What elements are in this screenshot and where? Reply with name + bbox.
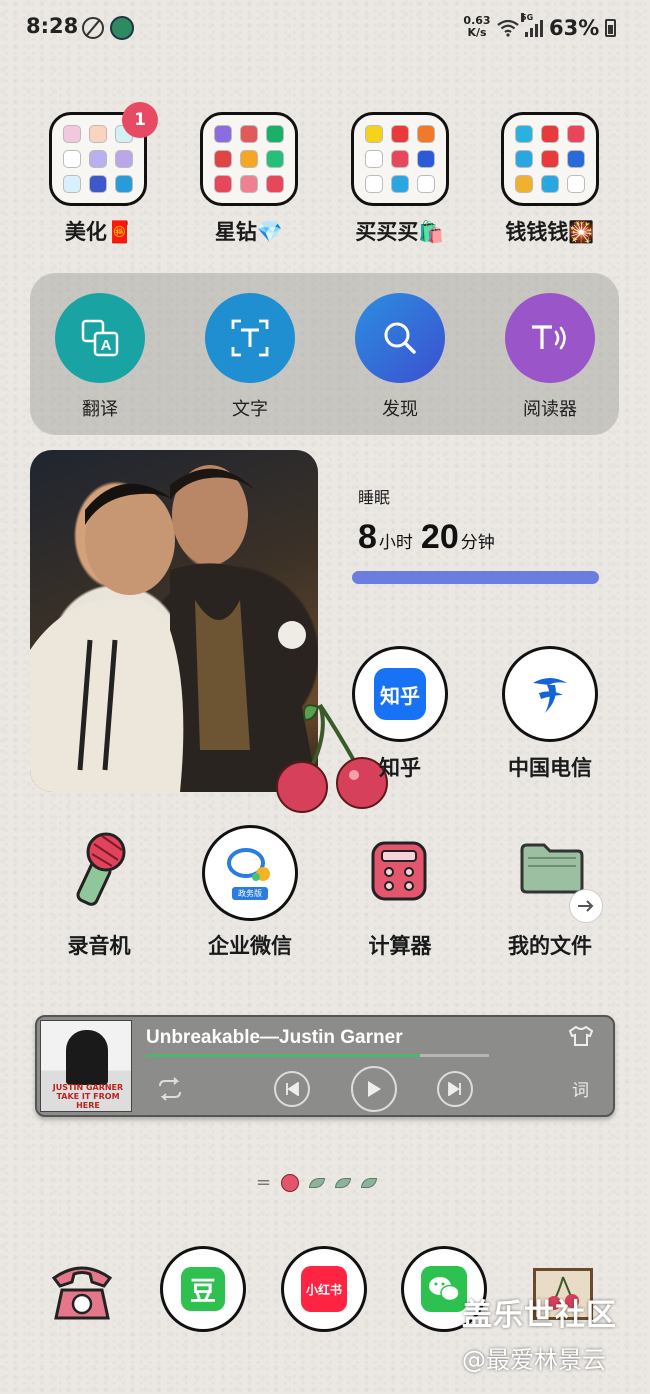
next-button[interactable] (437, 1071, 473, 1107)
tool-translate[interactable]: A 翻译 (55, 293, 145, 421)
telephone-icon (51, 1266, 113, 1320)
previous-button[interactable] (274, 1071, 310, 1107)
sleep-duration[interactable]: 8 小时 20 分钟 (358, 518, 503, 557)
do-not-disturb-icon (82, 17, 104, 39)
sleep-hours-unit: 小时 (378, 533, 413, 553)
app-label-files: 我的文件 (508, 934, 592, 958)
sleep-title: 睡眠 (358, 488, 391, 507)
zhihu-icon: 知乎 (374, 668, 426, 720)
zhihu-app[interactable]: 知乎 (352, 646, 448, 742)
calculator-icon (371, 841, 427, 901)
calculator-app[interactable] (370, 840, 428, 902)
page-dot (309, 1177, 326, 1188)
folder-label-shopping: 买买买🛍️ (355, 220, 445, 244)
folder-label-money: 钱钱钱🎇 (505, 220, 595, 244)
tool-discover[interactable]: 发现 (355, 293, 445, 421)
folder-label-beautify: 美化🧧 (64, 220, 134, 244)
folder-shopping[interactable] (351, 112, 449, 206)
arrow-right-icon[interactable] (569, 889, 603, 923)
douban-app[interactable]: 豆 (160, 1246, 246, 1332)
phone-app[interactable] (46, 1256, 118, 1326)
tool-text[interactable]: 文字 (205, 293, 295, 421)
translate-icon: A (55, 293, 145, 383)
xiaohongshu-icon: 小红书 (301, 1266, 347, 1312)
tool-reader[interactable]: 阅读器 (505, 293, 595, 421)
watermark-author: @最爱林景云 (462, 1346, 606, 1374)
sleep-hours: 8 (358, 518, 377, 556)
app-label-zhihu: 知乎 (379, 756, 421, 780)
wecom-app[interactable]: 政务版 (202, 825, 298, 921)
wecom-edition: 政务版 (232, 886, 268, 900)
folder-diamond[interactable] (200, 112, 298, 206)
notification-badge: 1 (122, 102, 158, 138)
song-progress-fill (146, 1054, 421, 1057)
folder-icon (520, 843, 584, 894)
network-type: 5G (521, 13, 534, 22)
tool-label-translate: 翻译 (82, 399, 118, 420)
sleep-progress-bar (352, 571, 599, 584)
files-app[interactable] (518, 840, 586, 896)
tool-label-reader: 阅读器 (523, 399, 577, 420)
china-telecom-icon (533, 678, 567, 713)
page-indicator[interactable]: = (256, 1172, 378, 1193)
page-dot (335, 1177, 352, 1188)
status-time: 8:28 (26, 14, 79, 38)
network-speed: 0.63 K/s (462, 15, 492, 39)
battery-percent: 63% (549, 16, 600, 40)
text-scan-icon (205, 293, 295, 383)
app-label-calculator: 计算器 (368, 934, 432, 958)
next-icon (448, 1082, 461, 1096)
app-label-wecom: 企业微信 (208, 934, 292, 958)
douban-icon: 豆 (181, 1267, 225, 1311)
microphone-icon (76, 832, 126, 906)
repeat-icon[interactable] (155, 1077, 185, 1101)
network-speed-unit: K/s (467, 26, 487, 39)
read-aloud-icon (505, 293, 595, 383)
svg-text:A: A (101, 337, 112, 354)
app-label-recorder: 录音机 (67, 934, 131, 958)
wifi-icon (497, 19, 519, 37)
page-list-icon: = (256, 1172, 272, 1193)
page-dot (361, 1177, 378, 1188)
song-title: Unbreakable—Justin Garner (146, 1027, 403, 1048)
folder-money[interactable] (501, 112, 599, 206)
status-right: 5G 63% (497, 13, 617, 40)
tool-label-text: 文字 (232, 399, 268, 420)
watermark-community: 盖乐世社区 (462, 1298, 617, 1333)
battery-icon (605, 19, 617, 37)
tool-label-discover: 发现 (382, 399, 418, 420)
search-icon (355, 293, 445, 383)
play-icon (368, 1081, 381, 1097)
page-dot-current (281, 1173, 300, 1192)
china-telecom-app[interactable] (502, 646, 598, 742)
album-cover-text: JUSTIN GARNER TAKE IT FROM HERE (52, 1083, 124, 1110)
sleep-minutes-unit: 分钟 (460, 533, 495, 553)
avatar (110, 16, 134, 40)
recorder-app[interactable] (62, 830, 134, 912)
signal-icon: 5G (521, 13, 543, 37)
skin-icon[interactable] (568, 1026, 594, 1046)
lyrics-button[interactable]: 词 (572, 1076, 589, 1101)
wecom-icon: 政务版 (226, 847, 274, 900)
album-art-figure (66, 1030, 108, 1085)
folder-label-diamond: 星钻💎 (214, 220, 284, 244)
app-label-china-telecom: 中国电信 (508, 756, 592, 780)
previous-icon (286, 1082, 299, 1096)
play-button[interactable] (351, 1066, 397, 1112)
sleep-minutes: 20 (420, 518, 459, 556)
wechat-icon (421, 1266, 467, 1312)
xiaohongshu-app[interactable]: 小红书 (281, 1246, 367, 1332)
